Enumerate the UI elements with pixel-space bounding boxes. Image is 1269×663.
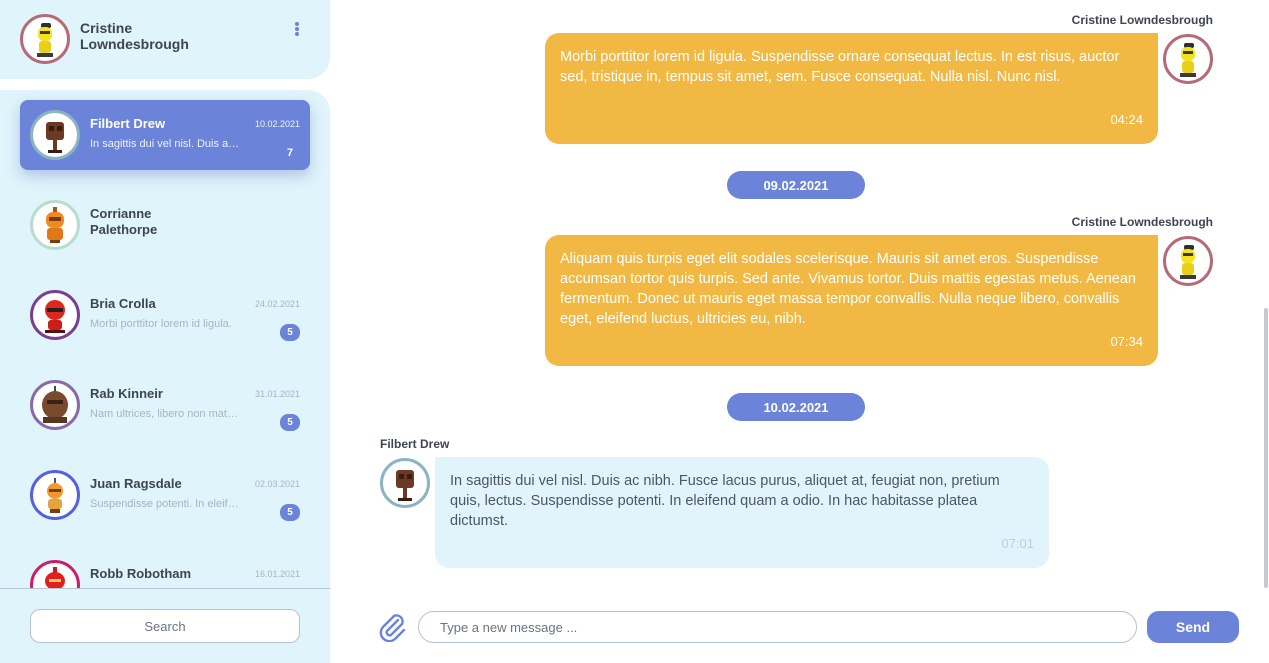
contact-date: 10.02.2021 xyxy=(254,119,300,129)
brown-robot-avatar-icon xyxy=(30,110,80,160)
contact-preview: Suspendisse potenti. In eleifend quam. xyxy=(90,498,240,510)
contact-name: Filbert Drew xyxy=(90,116,166,131)
contact-date: 02.03.2021 xyxy=(254,479,300,489)
unread-badge: 7 xyxy=(286,146,294,159)
profile-name: Cristine Lowndesbrough xyxy=(80,20,189,52)
message-sender: Filbert Drew xyxy=(380,437,450,451)
orange-robot-avatar-icon xyxy=(30,470,80,520)
unread-badge: 5 xyxy=(280,414,300,431)
contact-item-rab-kinneir[interactable]: Rab Kinneir Nam ultrices, libero non mat… xyxy=(20,370,310,440)
contact-preview: In sagittis dui vel nisl. Duis ac nibh. xyxy=(90,138,240,150)
yellow-robot-avatar-icon xyxy=(1163,236,1213,286)
message-time: 04:24 xyxy=(1110,112,1143,127)
contact-name: Corrianne Palethorpe xyxy=(90,206,158,237)
contact-item-filbert-drew[interactable]: Filbert Drew In sagittis dui vel nisl. D… xyxy=(20,100,310,170)
contact-item-corrianne-palethorpe[interactable]: Corrianne Palethorpe xyxy=(20,190,310,260)
message-text: Aliquam quis turpis eget elit sodales sc… xyxy=(560,251,1136,327)
send-button[interactable]: Send xyxy=(1147,611,1239,643)
message-time: 07:34 xyxy=(1110,334,1143,349)
vertical-dots-menu-icon[interactable] xyxy=(286,18,308,40)
contact-item-bria-crolla[interactable]: Bria Crolla Morbi porttitor lorem id lig… xyxy=(20,280,310,350)
contact-item-juan-ragsdale[interactable]: Juan Ragsdale Suspendisse potenti. In el… xyxy=(20,460,310,530)
message-bubble: Morbi porttitor lorem id ligula. Suspend… xyxy=(545,33,1158,144)
brown-robot-avatar-icon xyxy=(380,458,430,508)
contact-date: 31.01.2021 xyxy=(254,389,300,399)
contact-preview: Morbi porttitor lorem id ligula. xyxy=(90,318,232,330)
unread-badge: 5 xyxy=(280,324,300,341)
chat-scrollbar[interactable] xyxy=(1264,308,1268,588)
yellow-robot-avatar-icon[interactable] xyxy=(20,14,70,64)
message-bubble: In sagittis dui vel nisl. Duis ac nibh. … xyxy=(435,457,1049,568)
contact-name: Bria Crolla xyxy=(90,296,156,311)
message-time: 07:01 xyxy=(1001,536,1034,551)
profile-card: Cristine Lowndesbrough xyxy=(0,0,330,79)
contact-date: 16.01.2021 xyxy=(254,569,300,579)
chat-app: Cristine Lowndesbrough Filbert Drew In s… xyxy=(0,0,1269,663)
contact-list: Filbert Drew In sagittis dui vel nisl. D… xyxy=(0,90,330,588)
message-bubble: Aliquam quis turpis eget elit sodales sc… xyxy=(545,235,1158,366)
contacts-panel: Filbert Drew In sagittis dui vel nisl. D… xyxy=(0,90,330,663)
date-divider: 10.02.2021 xyxy=(727,393,865,421)
red-robot-avatar-icon xyxy=(30,560,80,588)
message-input[interactable] xyxy=(418,611,1137,643)
sidebar: Cristine Lowndesbrough Filbert Drew In s… xyxy=(0,0,330,663)
unread-badge: 5 xyxy=(280,504,300,521)
message-text: In sagittis dui vel nisl. Duis ac nibh. … xyxy=(450,473,1000,529)
message-sender: Cristine Lowndesbrough xyxy=(1071,215,1213,229)
contact-preview: Nam ultrices, libero non mattis pulvinar… xyxy=(90,408,240,420)
contact-name: Robb Robotham xyxy=(90,566,192,581)
date-divider: 09.02.2021 xyxy=(727,171,865,199)
paperclip-icon[interactable] xyxy=(378,612,406,643)
yellow-robot-avatar-icon xyxy=(1163,34,1213,84)
search-input[interactable] xyxy=(30,609,300,643)
search-divider xyxy=(0,588,330,589)
orange-robot-avatar-icon xyxy=(30,200,80,250)
message-sender: Cristine Lowndesbrough xyxy=(1071,13,1213,27)
contact-name: Rab Kinneir xyxy=(90,386,163,401)
message-text: Morbi porttitor lorem id ligula. Suspend… xyxy=(560,49,1120,85)
contact-date: 24.02.2021 xyxy=(254,299,300,309)
contact-item-robb-robotham[interactable]: Robb Robotham 16.01.2021 xyxy=(20,550,310,588)
chat-panel: Cristine Lowndesbrough Morbi porttitor l… xyxy=(330,0,1269,663)
red-robot-avatar-icon xyxy=(30,290,80,340)
brown-robot-avatar-icon xyxy=(30,380,80,430)
contact-name: Juan Ragsdale xyxy=(90,476,182,491)
